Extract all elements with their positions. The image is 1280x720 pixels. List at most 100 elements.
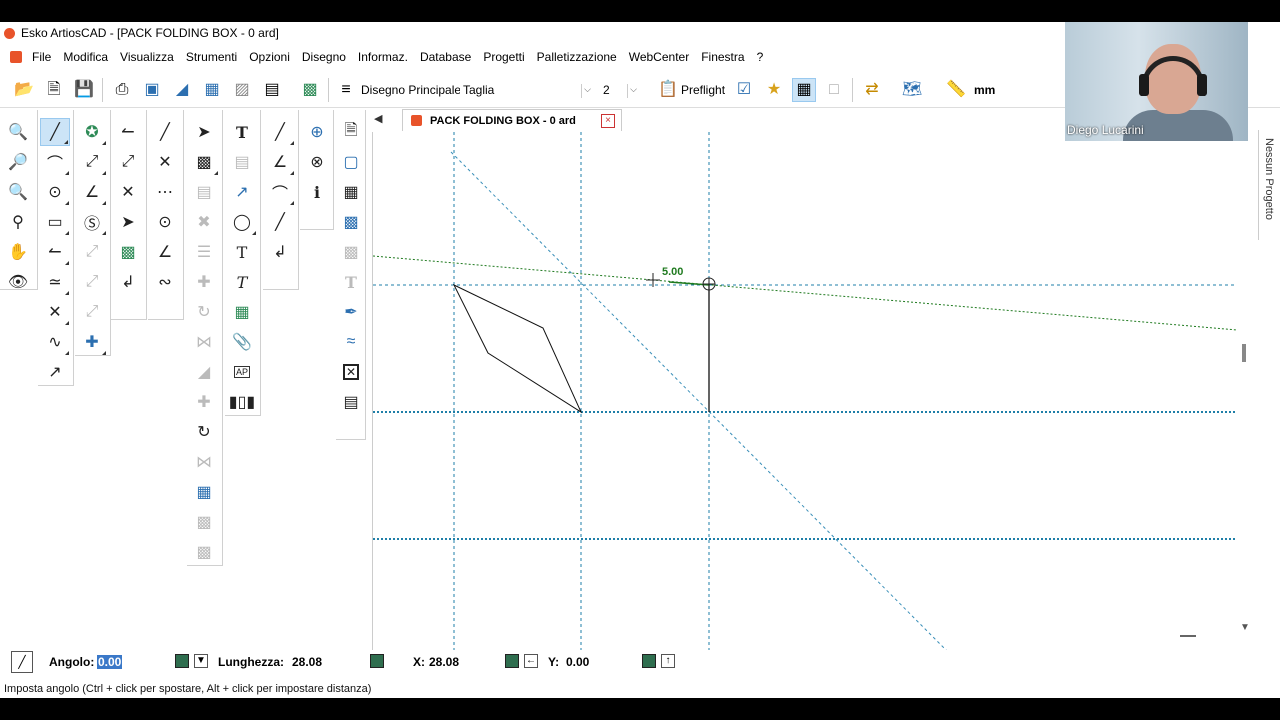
construction-line-icon[interactable]: ╱ [150, 118, 180, 146]
tab-close-icon[interactable]: × [601, 114, 615, 128]
tab-pack-folding-box[interactable]: PACK FOLDING BOX - 0 ard × [402, 109, 622, 131]
x-input[interactable]: 28.08 [429, 655, 459, 669]
horizontal-scrollbar-thumb[interactable] [1180, 635, 1196, 637]
nest-icon[interactable]: ▩ [336, 208, 366, 236]
shade-icon[interactable]: ◢ [189, 358, 219, 386]
mirror-tool-icon[interactable]: ⤢ [77, 298, 107, 326]
preflight-icon[interactable]: 📋 [656, 78, 680, 102]
delete-icon[interactable]: ✖ [189, 208, 219, 236]
grid-icon[interactable]: ▦ [792, 78, 816, 102]
select-group-icon[interactable]: ▩ [189, 148, 219, 176]
menu-progetti[interactable]: Progetti [483, 50, 524, 64]
menu-help[interactable]: ? [757, 50, 764, 64]
zoom-window-icon[interactable]: 🔎 [3, 148, 33, 176]
flip-icon[interactable]: ⋈ [189, 448, 219, 476]
y-direction-icon[interactable]: ↑ [661, 654, 675, 668]
chevron-tool-icon[interactable]: ➤ [113, 208, 143, 236]
scroll-down-icon[interactable]: ▼ [1240, 622, 1250, 633]
arc-point-icon[interactable]: ↻ [189, 418, 219, 446]
dim-line-icon[interactable]: ╱ [265, 118, 295, 146]
ruler-icon[interactable]: 📏 [944, 78, 968, 102]
circle-tool-icon[interactable]: ⊙ [40, 178, 70, 206]
perpendicular-tool-icon[interactable]: ✕ [150, 148, 180, 176]
layers-stack-icon[interactable]: ☰ [189, 238, 219, 266]
menu-finestra[interactable]: Finestra [701, 50, 744, 64]
stretch-tool-icon[interactable]: ⤢ [77, 148, 107, 176]
angle-menu-icon[interactable]: ▼ [194, 654, 208, 668]
menu-modifica[interactable]: Modifica [63, 50, 108, 64]
barcode-icon[interactable]: ▮▯▮ [227, 388, 257, 416]
menu-palletizzazione[interactable]: Palletizzazione [537, 50, 617, 64]
hatch-icon[interactable]: ▦ [227, 298, 257, 326]
stack-disabled-icon[interactable]: ▩ [336, 238, 366, 266]
text-disabled-icon[interactable]: T [336, 268, 366, 296]
align-left-icon[interactable]: ▤ [227, 148, 257, 176]
step-repeat-icon[interactable]: ▩ [189, 538, 219, 566]
corner-tool-icon[interactable]: ↼ [113, 118, 143, 146]
print-icon[interactable]: ⎙ [110, 78, 134, 102]
step-tool-icon[interactable]: ↲ [113, 268, 143, 296]
menu-file[interactable]: File [32, 50, 51, 64]
stack-icon[interactable]: ▩ [189, 508, 219, 536]
length-lock-icon[interactable] [370, 654, 384, 668]
select-arrow-icon[interactable]: ➤ [189, 118, 219, 146]
3d-icon[interactable]: ◢ [170, 78, 194, 102]
delete-point-icon[interactable]: ⊗ [302, 148, 332, 176]
report-icon[interactable]: ▨ [230, 78, 254, 102]
dim-diagonal-icon[interactable]: ╱ [265, 208, 295, 236]
move-tool-icon[interactable]: ⤢ [77, 238, 107, 266]
view-eye-icon[interactable]: 👁 [3, 268, 33, 296]
menu-strumenti[interactable]: Strumenti [186, 50, 237, 64]
rotate-tool-icon[interactable]: ⤢ [77, 268, 107, 296]
info-icon[interactable]: i [302, 178, 332, 206]
zigzag-icon[interactable]: ≈ [336, 328, 366, 356]
rotate-arc-icon[interactable]: ↻ [189, 298, 219, 326]
user-tool-icon[interactable]: ★ [762, 78, 786, 102]
x-lock-icon[interactable] [505, 654, 519, 668]
project-side-panel[interactable]: Nessun Progetto [1258, 130, 1280, 240]
line-type-select[interactable]: Taglia ⌵ [460, 80, 596, 100]
menu-webcenter[interactable]: WebCenter [629, 50, 689, 64]
measure-icon[interactable]: ⇄ [860, 78, 884, 102]
extend-tool-icon[interactable]: ⤢ [113, 148, 143, 176]
menu-visualizza[interactable]: Visualizza [120, 50, 174, 64]
units-label[interactable]: mm [974, 83, 995, 97]
page-icon[interactable]: 🗎 [336, 118, 366, 146]
plot-pen-icon[interactable]: ✒ [336, 298, 366, 326]
layers-icon[interactable]: ▩ [298, 78, 322, 102]
menu-database[interactable]: Database [420, 50, 471, 64]
bezier-tool-icon[interactable]: ∿ [40, 328, 70, 356]
view-icon[interactable]: ▣ [140, 78, 164, 102]
zoom-in-icon[interactable]: 🔍 [3, 118, 33, 146]
document-menu-icon[interactable] [10, 51, 22, 63]
angle-tool-icon[interactable]: ∠ [77, 178, 107, 206]
circle-point-icon[interactable]: ⊕ [302, 118, 332, 146]
dim-chain-icon[interactable]: ↲ [265, 238, 295, 266]
open-folder-icon[interactable]: 📂 [12, 78, 36, 102]
text-tool-icon[interactable]: T [227, 118, 257, 146]
api-icon[interactable]: AP [227, 358, 257, 386]
zoom-out-icon[interactable]: 🔍 [3, 178, 33, 206]
zoom-fit-icon[interactable]: ⚲ [3, 208, 33, 236]
copy-tool-icon[interactable]: ▩ [113, 238, 143, 266]
line-options-icon[interactable]: ╱ [11, 651, 33, 673]
preflight-label[interactable]: Preflight [681, 83, 725, 97]
dashed-line-icon[interactable]: ⋯ [150, 178, 180, 206]
checklist-icon[interactable]: ☑ [732, 78, 756, 102]
dim-angle-icon[interactable]: ∠ [265, 148, 295, 176]
dimension-tool-icon[interactable]: ◯ [227, 208, 257, 236]
fillet-tool-icon[interactable]: ↼ [40, 238, 70, 266]
paperclip-icon[interactable]: 📎 [227, 328, 257, 356]
layout-icon[interactable]: ▦ [200, 78, 224, 102]
scrollbar-thumb[interactable] [1242, 344, 1246, 362]
menu-informaz[interactable]: Informaz. [358, 50, 408, 64]
bisect-tool-icon[interactable]: ✕ [40, 298, 70, 326]
leader-arrow-icon[interactable]: ↗ [227, 178, 257, 206]
line-tool-icon[interactable]: ╱ [40, 118, 70, 146]
radius-tool-icon[interactable]: Ⓢ [77, 208, 107, 236]
fit-icon[interactable]: □ [822, 78, 846, 102]
folder-view-icon[interactable]: 🗺 [900, 78, 924, 102]
new-design-icon[interactable]: 🗎 [42, 78, 66, 102]
drawing-canvas[interactable]: 5.00 [372, 132, 1250, 652]
duplicate-icon[interactable]: ✚ [189, 268, 219, 296]
